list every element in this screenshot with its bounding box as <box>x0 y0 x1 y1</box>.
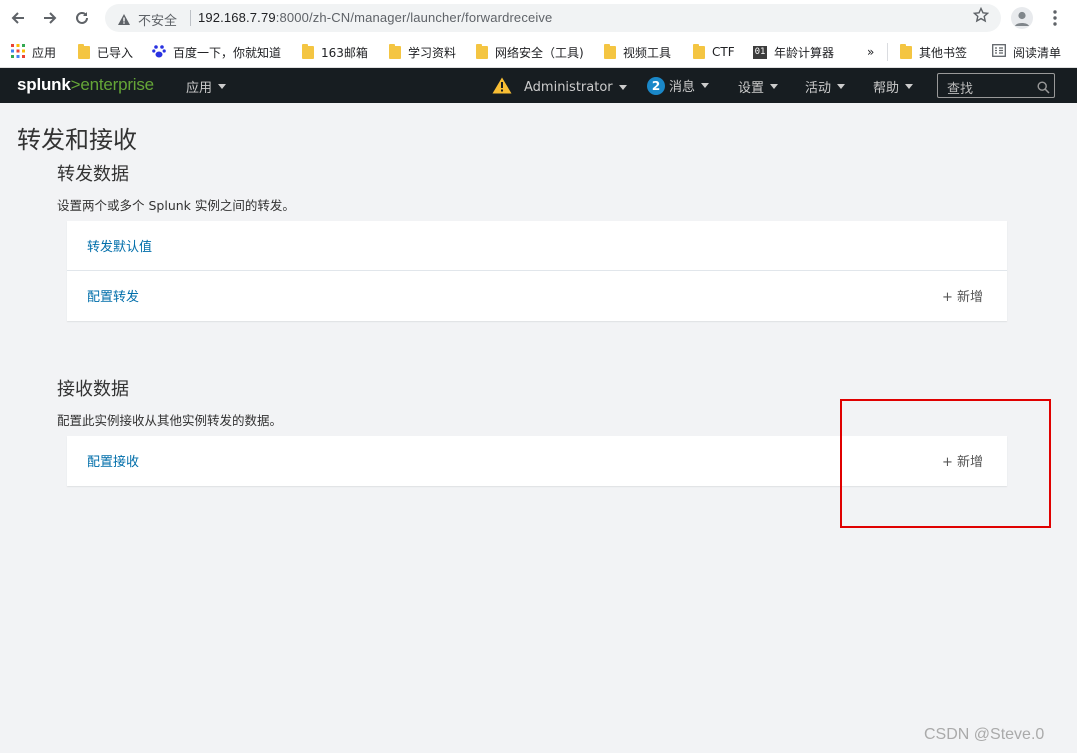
activity-menu-label: 活动 <box>805 81 832 96</box>
user-menu[interactable]: Administrator <box>492 77 627 98</box>
folder-icon <box>389 43 401 59</box>
baidu-paw-icon <box>152 44 166 61</box>
address-divider <box>190 10 191 26</box>
browser-menu-icon[interactable] <box>1048 9 1062 27</box>
warning-triangle-icon <box>117 11 131 30</box>
bookmark-study[interactable]: 学习资料 <box>389 43 456 61</box>
folder-icon <box>302 43 314 59</box>
apps-menu[interactable]: 应用 <box>186 77 227 96</box>
messages-count-badge: 2 <box>647 76 665 95</box>
bookmark-label: 已导入 <box>97 45 134 60</box>
bookmark-ctf[interactable]: CTF <box>693 43 735 61</box>
search-placeholder: 查找 <box>947 82 974 97</box>
bookmarks-overflow-button[interactable]: » <box>867 43 874 61</box>
search-input[interactable]: 查找 <box>937 73 1055 98</box>
bookmark-label: 其他书签 <box>919 45 968 60</box>
security-label[interactable]: 不安全 <box>138 10 177 29</box>
forward-arrow-icon[interactable] <box>40 8 60 28</box>
splunk-header: splunk>enterprise 应用 Administrator 2 消息 … <box>0 68 1077 103</box>
reload-icon[interactable] <box>72 8 92 28</box>
folder-icon <box>476 43 488 59</box>
settings-menu-label: 设置 <box>738 81 765 96</box>
forwarding-defaults-link[interactable]: 转发默认值 <box>87 236 152 255</box>
watermark: CSDN @Steve.0 <box>924 726 1045 743</box>
messages-menu-label: 消息 <box>669 80 696 95</box>
bookmarks-bar: 应用 已导入 百度一下，你就知道 163邮箱 学习资料 网络安全（工具) 视频工… <box>0 36 1077 68</box>
apps-grid-icon <box>11 43 25 61</box>
bookmark-label: 阅读清单 <box>1013 45 1062 60</box>
help-menu[interactable]: 帮助 <box>873 77 914 96</box>
annotation-highlight-box <box>840 399 1051 528</box>
search-icon <box>1037 79 1050 98</box>
folder-icon <box>900 43 912 59</box>
bookmark-netsec[interactable]: 网络安全（工具) <box>476 43 584 61</box>
folder-icon <box>604 43 616 59</box>
bookmark-imported[interactable]: 已导入 <box>78 43 133 61</box>
page-title: 转发和接收 <box>17 126 137 154</box>
bookmark-163-mail[interactable]: 163邮箱 <box>302 43 368 61</box>
url-text[interactable]: 192.168.7.79:8000/zh-CN/manager/launcher… <box>198 10 552 25</box>
bookmark-label: CTF <box>712 45 735 59</box>
configure-receiving-link[interactable]: 配置接收 <box>87 451 139 470</box>
forward-section-title: 转发数据 <box>57 164 129 185</box>
folder-icon <box>78 43 90 59</box>
forward-panel: 转发默认值 配置转发 + 新增 <box>67 221 1007 321</box>
bookmark-label: 百度一下，你就知道 <box>173 45 282 60</box>
receive-section-title: 接收数据 <box>57 379 129 400</box>
receive-section-description: 配置此实例接收从其他实例转发的数据。 <box>57 413 283 428</box>
bookmarks-divider <box>887 43 888 61</box>
messages-menu[interactable]: 2 消息 <box>647 76 710 95</box>
user-menu-label: Administrator <box>524 80 613 95</box>
bookmark-star-icon[interactable] <box>972 6 990 27</box>
caret-down-icon <box>770 84 779 89</box>
bookmark-video-tools[interactable]: 视频工具 <box>604 43 671 61</box>
bookmark-baidu[interactable]: 百度一下，你就知道 <box>152 43 281 61</box>
splunk-logo[interactable]: splunk>enterprise <box>17 75 154 95</box>
warning-triangle-icon <box>492 77 512 98</box>
caret-down-icon <box>905 84 914 89</box>
bookmark-label: 学习资料 <box>408 45 457 60</box>
caret-down-icon <box>701 83 710 88</box>
apps-menu-label: 应用 <box>186 81 213 96</box>
bookmark-label: 网络安全（工具) <box>495 45 584 60</box>
reading-list-icon <box>992 44 1006 60</box>
bookmark-label: 163邮箱 <box>321 45 368 60</box>
folder-icon <box>693 43 705 59</box>
bookmark-apps[interactable]: 应用 <box>11 43 56 61</box>
back-arrow-icon[interactable] <box>8 8 28 28</box>
bookmark-label: 视频工具 <box>623 45 672 60</box>
profile-avatar-icon[interactable] <box>1011 7 1033 29</box>
forward-section-description: 设置两个或多个 Splunk 实例之间的转发。 <box>57 198 295 213</box>
caret-down-icon <box>618 85 627 90</box>
bookmark-reading-list[interactable]: 阅读清单 <box>992 43 1061 61</box>
add-forwarding-button[interactable]: + 新增 <box>942 286 983 305</box>
help-menu-label: 帮助 <box>873 81 900 96</box>
activity-menu[interactable]: 活动 <box>805 77 846 96</box>
bookmark-label: 应用 <box>32 45 57 60</box>
caret-down-icon <box>218 84 227 89</box>
browser-toolbar: 不安全 192.168.7.79:8000/zh-CN/manager/laun… <box>0 0 1077 36</box>
address-bar[interactable]: 不安全 192.168.7.79:8000/zh-CN/manager/laun… <box>105 4 1001 32</box>
list-item: 转发默认值 <box>67 221 1007 271</box>
caret-down-icon <box>837 84 846 89</box>
list-item: 配置转发 + 新增 <box>67 271 1007 321</box>
configure-forwarding-link[interactable]: 配置转发 <box>87 286 139 305</box>
settings-menu[interactable]: 设置 <box>738 77 779 96</box>
bookmark-other[interactable]: 其他书签 <box>900 43 967 61</box>
bookmark-label: 年龄计算器 <box>774 45 835 60</box>
bookmark-age-calc[interactable]: 01 年龄计算器 <box>753 43 834 61</box>
01-icon: 01 <box>753 45 767 59</box>
